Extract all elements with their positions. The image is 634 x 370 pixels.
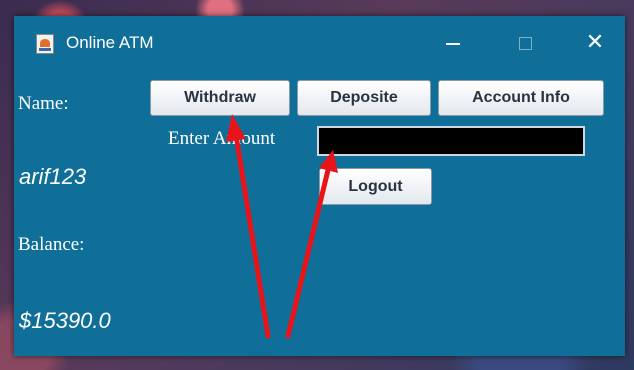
window-title: Online ATM xyxy=(66,33,154,52)
maximize-icon xyxy=(518,37,532,50)
amount-input[interactable] xyxy=(317,126,585,156)
deposite-button[interactable]: Deposite xyxy=(297,80,431,116)
minimize-button[interactable] xyxy=(438,30,468,56)
minimize-icon xyxy=(446,43,460,45)
java-app-icon xyxy=(36,34,54,54)
name-label: Name: xyxy=(18,93,69,114)
enter-amount-label: Enter Amount xyxy=(168,128,276,149)
account-info-button[interactable]: Account Info xyxy=(438,80,604,116)
username-value: arif123 xyxy=(19,164,87,189)
withdraw-button[interactable]: Withdraw xyxy=(150,80,290,116)
logout-button[interactable]: Logout xyxy=(319,168,432,205)
close-button[interactable]: ✕ xyxy=(580,30,610,56)
maximize-button[interactable] xyxy=(510,30,540,56)
balance-value: $15390.0 xyxy=(19,308,111,333)
balance-label: Balance: xyxy=(18,234,85,255)
atm-window: Online ATM ✕ Name: arif123 Balance: $153… xyxy=(14,16,625,356)
title-bar: Online ATM ✕ xyxy=(14,16,625,72)
